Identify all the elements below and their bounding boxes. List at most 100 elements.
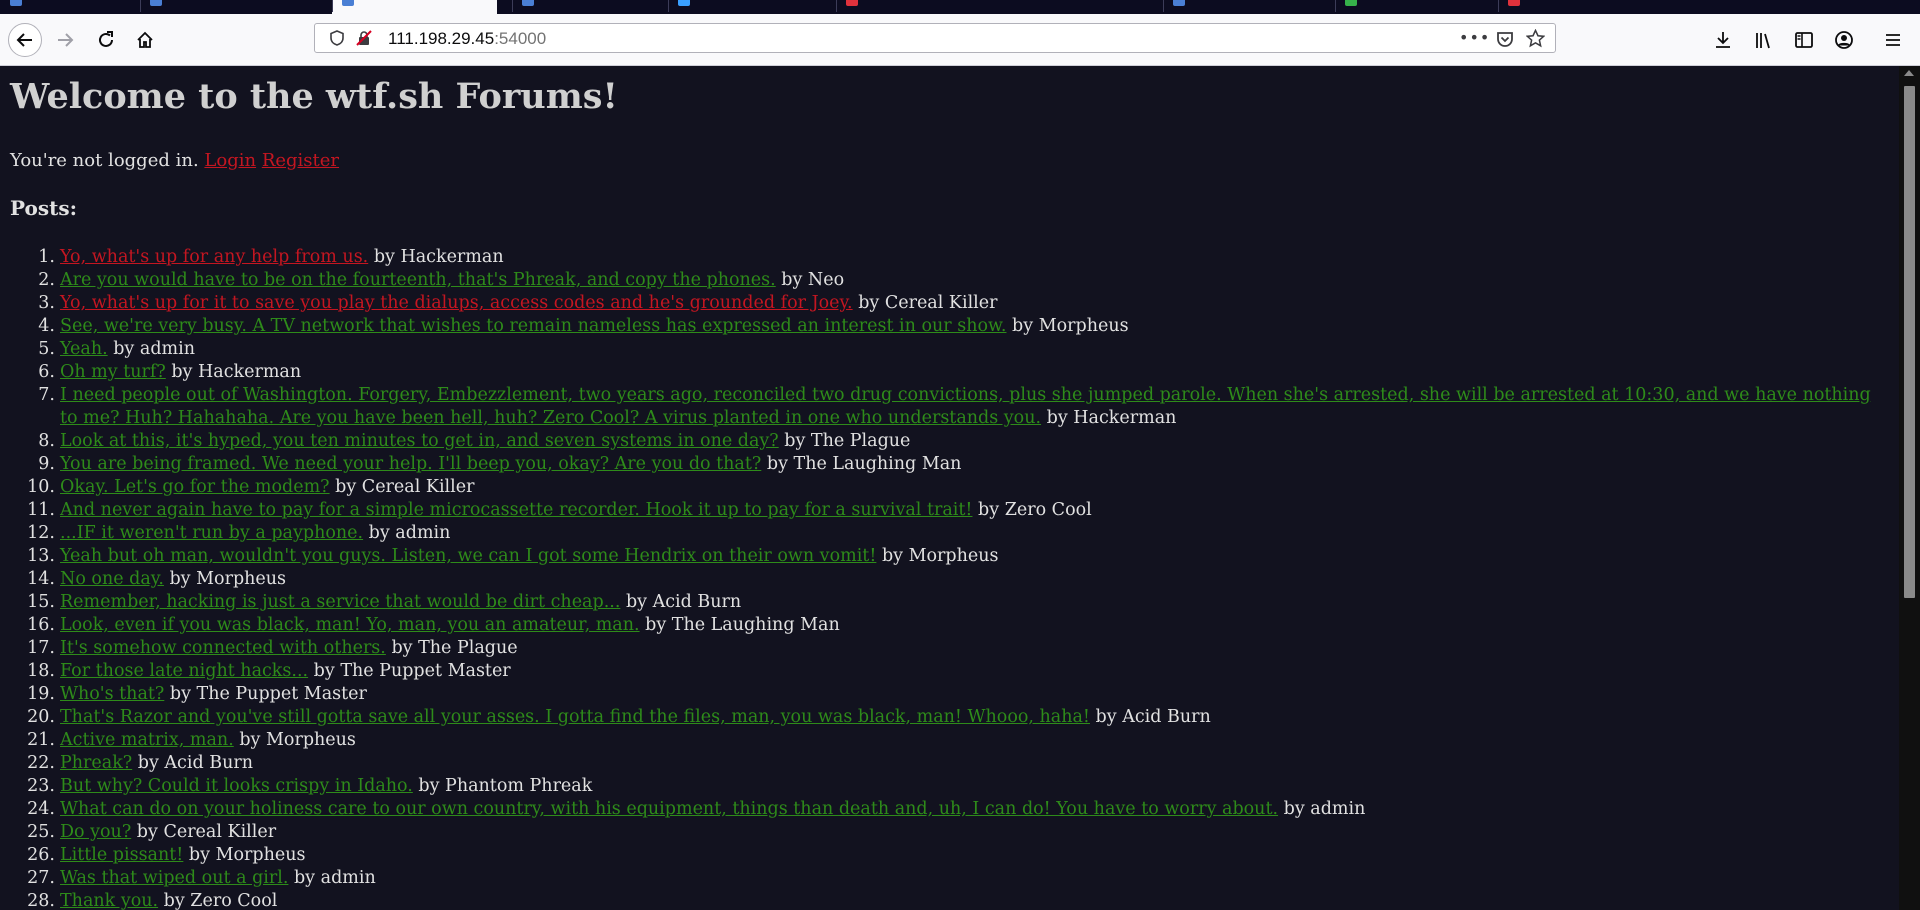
reload-icon (99, 31, 113, 47)
post-link[interactable]: Active matrix, man. (60, 730, 234, 750)
post-item: 7. I need people out of Washington. Forge… (38, 384, 1890, 430)
post-link[interactable]: Yo, what's up for any help from us. (60, 247, 368, 267)
post-item: 22. Phreak? by Acid Burn (27, 752, 1899, 775)
post-author: by Acid Burn (1095, 707, 1211, 727)
post-author: by admin (1283, 799, 1366, 819)
address-bar[interactable]: 111.198.29.45:54000 ••• (314, 23, 1556, 53)
post-author: by The Plague (784, 431, 911, 451)
document-icon (150, 0, 162, 6)
post-link[interactable]: Okay. Let's go for the modem? (60, 477, 330, 497)
home-button[interactable] (130, 25, 160, 55)
post-link[interactable]: What can do on your holiness care to our… (60, 799, 1278, 819)
post-number: 6. (38, 362, 55, 382)
post-link[interactable]: Remember, hacking is just a service that… (60, 592, 620, 612)
bookmark-star-icon[interactable] (1526, 29, 1545, 48)
register-link[interactable]: Register (262, 150, 339, 171)
post-number: 24. (27, 799, 55, 819)
post-number: 8. (38, 431, 55, 451)
page-content: Welcome to the wtf.sh Forums! You're not… (0, 66, 1899, 910)
page-actions-icon[interactable]: ••• (1459, 28, 1490, 47)
post-link[interactable]: Yo, what's up for it to save you play th… (60, 293, 853, 313)
post-number: 28. (27, 891, 55, 910)
browser-tab[interactable] (1498, 0, 1648, 14)
post-item: 24. What can do on your holiness care to … (27, 798, 1899, 821)
post-link[interactable]: Are you would have to be on the fourteen… (60, 270, 776, 290)
post-item: 3. Yo, what's up for it to save you play … (38, 292, 1899, 315)
post-author: by Morpheus (188, 845, 306, 865)
post-link[interactable]: Yeah. (60, 339, 108, 359)
menu-icon[interactable] (1883, 30, 1903, 50)
post-item: 13. Yeah but oh man, wouldn't you guys. L… (27, 545, 1899, 568)
post-item: 23. But why? Could it looks crispy in Ida… (27, 775, 1899, 798)
forward-button[interactable] (50, 25, 80, 55)
scroll-thumb[interactable] (1904, 86, 1915, 598)
post-link[interactable]: Little pissant! (60, 845, 183, 865)
post-number: 25. (27, 822, 55, 842)
back-button[interactable] (8, 23, 42, 57)
post-number: 13. (27, 546, 55, 566)
sidebar-icon[interactable] (1794, 30, 1814, 50)
post-item: 4. See, we're very busy. A TV network tha… (38, 315, 1899, 338)
post-link[interactable]: It's somehow connected with others. (60, 638, 386, 658)
browser-tab[interactable] (332, 0, 497, 14)
browser-tab[interactable] (668, 0, 836, 14)
browser-tab[interactable] (1335, 0, 1498, 14)
tab-separator (668, 0, 669, 12)
browser-tab[interactable] (0, 0, 140, 14)
browser-tab[interactable] (140, 0, 332, 14)
post-link[interactable]: But why? Could it looks crispy in Idaho. (60, 776, 413, 796)
tab-separator (836, 0, 837, 12)
post-link[interactable]: You are being framed. We need your help.… (60, 454, 761, 474)
scroll-up-arrow-icon[interactable] (1904, 70, 1914, 76)
post-link[interactable]: Who's that? (60, 684, 164, 704)
post-author: by Neo (781, 270, 845, 290)
post-link[interactable]: Look, even if you was black, man! Yo, ma… (60, 615, 640, 635)
post-author: by admin (113, 339, 195, 359)
posts-heading: Posts: (10, 196, 77, 220)
browser-tab[interactable] (836, 0, 996, 14)
scrollbar[interactable] (1899, 66, 1920, 910)
post-link[interactable]: No one day. (60, 569, 164, 589)
tab-separator (332, 0, 333, 12)
post-link[interactable]: ...IF it weren't run by a payphone. (60, 523, 363, 543)
post-link[interactable]: Was that wiped out a girl. (60, 868, 288, 888)
shield-icon[interactable] (329, 30, 345, 46)
pocket-icon[interactable] (1496, 30, 1514, 48)
post-author: by Hackerman (1046, 408, 1177, 428)
post-link[interactable]: Thank you. (60, 891, 158, 910)
post-number: 10. (27, 477, 55, 497)
post-number: 21. (27, 730, 55, 750)
post-item: 27. Was that wiped out a girl. by admin (27, 867, 1899, 890)
login-link[interactable]: Login (204, 150, 256, 171)
account-icon[interactable] (1834, 30, 1854, 50)
post-link[interactable]: Phreak? (60, 753, 132, 773)
post-author: by Cereal Killer (335, 477, 475, 497)
reload-button[interactable] (91, 25, 121, 55)
post-link[interactable]: And never again have to pay for a simple… (60, 500, 972, 520)
post-link[interactable]: For those late night hacks... (60, 661, 308, 681)
post-author: by The Plague (391, 638, 518, 658)
insecure-lock-icon[interactable] (356, 30, 372, 46)
post-link[interactable]: That's Razor and you've still gotta save… (60, 707, 1090, 727)
library-icon[interactable] (1754, 30, 1774, 50)
post-item: 1. Yo, what's up for any help from us. by… (38, 246, 1899, 269)
post-author: by The Laughing Man (766, 454, 962, 474)
post-link[interactable]: Yeah but oh man, wouldn't you guys. List… (60, 546, 876, 566)
post-number: 5. (38, 339, 55, 359)
post-author: by Cereal Killer (136, 822, 277, 842)
post-number: 11. (27, 500, 55, 520)
post-link[interactable]: I need people out of Washington. Forgery… (60, 385, 1871, 428)
download-icon[interactable] (1713, 30, 1733, 50)
post-item: 26. Little pissant! by Morpheus (27, 844, 1899, 867)
post-number: 9. (38, 454, 55, 474)
post-link[interactable]: Do you? (60, 822, 131, 842)
browser-tab[interactable] (1163, 0, 1335, 14)
browser-tab[interactable] (512, 0, 668, 14)
post-link[interactable]: See, we're very busy. A TV network that … (60, 316, 1006, 336)
url-text[interactable]: 111.198.29.45:54000 (388, 29, 546, 49)
document-icon (10, 0, 22, 6)
post-link[interactable]: Oh my turf? (60, 362, 166, 382)
post-author: by Morpheus (1012, 316, 1129, 336)
post-number: 18. (27, 661, 55, 681)
post-link[interactable]: Look at this, it's hyped, you ten minute… (60, 431, 779, 451)
